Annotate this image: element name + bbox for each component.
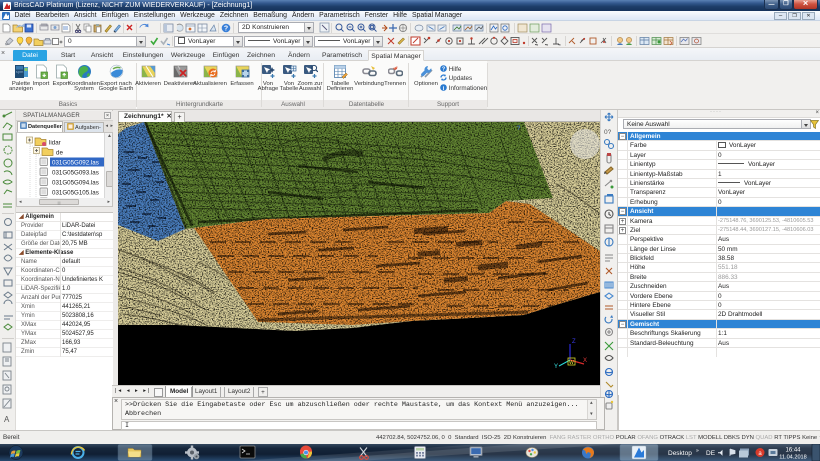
svg-text:?: ?	[224, 26, 228, 33]
svg-text:»: »	[696, 448, 699, 454]
svg-text:031G05G094.las: 031G05G094.las	[52, 180, 99, 187]
svg-text:W: W	[569, 360, 574, 366]
svg-text:spm: spm	[15, 69, 23, 74]
svg-text:Y: Y	[554, 364, 558, 370]
svg-text:X: X	[583, 358, 587, 364]
svg-text:031G05G093.las: 031G05G093.las	[52, 170, 99, 177]
svg-text:0?: 0?	[604, 129, 612, 136]
svg-text:A: A	[4, 415, 10, 424]
svg-text:Z: Z	[572, 339, 576, 345]
svg-text:031G05G105.las: 031G05G105.las	[52, 190, 99, 197]
svg-text:?: ?	[442, 67, 445, 72]
svg-text:16:44: 16:44	[785, 448, 801, 454]
svg-text:lidar: lidar	[49, 140, 61, 147]
svg-text:031G05G092.las: 031G05G092.las	[52, 160, 99, 167]
svg-text:Desktop: Desktop	[668, 450, 692, 457]
svg-text:11.04.2018: 11.04.2018	[779, 455, 807, 461]
svg-text:DE: DE	[706, 450, 716, 457]
svg-text:de: de	[56, 150, 63, 157]
